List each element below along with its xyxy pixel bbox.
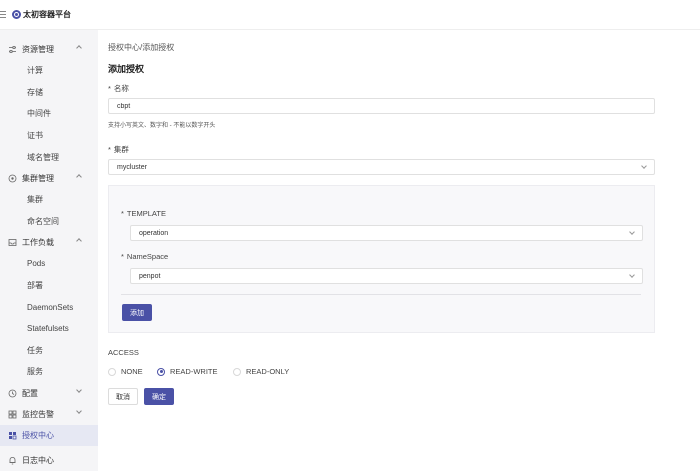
sidebar-item-jobs[interactable]: 任务 [0,340,98,362]
sidebar-group-label: 监控告警 [22,409,54,419]
cluster-select[interactable]: mycluster [108,159,655,175]
sidebar-item-pods[interactable]: Pods [0,253,98,275]
namespace-label: * NameSpace [121,252,169,261]
chevron-up-icon [76,45,82,51]
sidebar-group-clusters[interactable]: 集群管理 [0,168,98,189]
template-select[interactable]: operation [130,225,643,241]
radio-read-write[interactable]: READ-WRITE [157,367,218,376]
sidebar-group-config[interactable]: 配置 [0,383,98,404]
name-hint: 支持小写英文、数字和 - 不能以数字开头 [108,123,216,129]
cluster-select-value: mycluster [117,163,147,171]
required-mark: * [108,145,111,154]
sidebar-group-resources[interactable]: 资源管理 [0,39,98,60]
logo-icon [12,10,21,19]
sidebar-item-middleware[interactable]: 中间件 [0,103,98,125]
template-select-value: operation [139,229,169,237]
page-title: 添加授权 [108,64,145,74]
sliders-icon [8,45,17,54]
sidebar-item-storage[interactable]: 存储 [0,82,98,104]
permission-panel: * TEMPLATE operation * NameSpace penpot 添加 [108,185,655,333]
sidebar-item-deployments[interactable]: 部署 [0,275,98,297]
namespace-select-value: penpot [139,272,161,280]
sidebar-group-logs[interactable]: 日志中心 [0,450,98,471]
sidebar-item-domains[interactable]: 域名管理 [0,146,98,168]
name-label: * 名称 [108,84,129,93]
bell-icon [8,456,17,465]
sidebar-group-label: 授权中心 [22,430,54,440]
chevron-up-icon [76,238,82,244]
chevron-down-icon [629,272,635,278]
name-input[interactable] [108,98,655,114]
radio-circle [233,367,241,376]
sidebar-item-cluster[interactable]: 集群 [0,189,98,211]
radio-read-only[interactable]: READ-ONLY [233,367,289,376]
sidebar-group-label: 资源管理 [22,45,54,54]
cancel-button[interactable]: 取消 [108,388,138,405]
confirm-button[interactable]: 确定 [144,388,174,405]
sidebar-item-compute[interactable]: 计算 [0,60,98,82]
radio-circle [108,367,116,376]
template-label: * TEMPLATE [121,209,166,218]
required-mark: * [108,84,111,93]
grid-icon [8,410,17,419]
app-title: 太初容器平台 [23,10,71,19]
access-label: ACCESS [108,348,139,357]
required-mark: * [121,252,124,261]
inbox-icon [8,238,17,247]
auth-icon [8,431,17,440]
chevron-down-icon [76,386,82,393]
sidebar-group-label: 日志中心 [22,455,54,465]
top-bar: 太初容器平台 [0,0,700,30]
sidebar-item-certificates[interactable]: 证书 [0,125,98,147]
sidebar-group-monitoring[interactable]: 监控告警 [0,404,98,425]
main-content: 授权中心/添加授权 添加授权 *名称 支持小写英文、数字和 - 不能以数字开头 … [98,30,700,471]
clock-icon [8,389,17,398]
sidebar-group-label: 配置 [22,388,38,398]
panel-divider [121,294,641,295]
chevron-down-icon [629,229,635,235]
sidebar-item-services[interactable]: 服务 [0,361,98,383]
sidebar-group-authorization[interactable]: 授权中心 [0,424,98,446]
sidebar-group-label: 工作负载 [22,238,54,248]
menu-toggle-icon[interactable] [0,9,10,21]
sidebar-item-daemonsets[interactable]: DaemonSets [0,296,98,318]
sidebar-item-statefulsets[interactable]: Statefulsets [0,318,98,340]
radio-none[interactable]: NONE [108,367,143,376]
chevron-down-icon [76,407,82,414]
sidebar-group-label: 集群管理 [22,173,54,183]
sidebar: 资源管理 计算 存储 中间件 证书 域名管理 集群管理 集群 命名空间 工作负载… [0,30,98,471]
add-button[interactable]: 添加 [122,304,152,321]
sidebar-item-namespaces[interactable]: 命名空间 [0,211,98,233]
chevron-up-icon [76,174,82,180]
namespace-select[interactable]: penpot [130,268,643,284]
radio-circle-checked [157,367,165,376]
cluster-label: * 集群 [108,145,129,154]
cluster-icon [8,174,17,183]
breadcrumb: 授权中心/添加授权 [108,43,175,52]
chevron-down-icon [641,163,647,169]
required-mark: * [121,209,124,218]
sidebar-group-workloads[interactable]: 工作负载 [0,232,98,253]
